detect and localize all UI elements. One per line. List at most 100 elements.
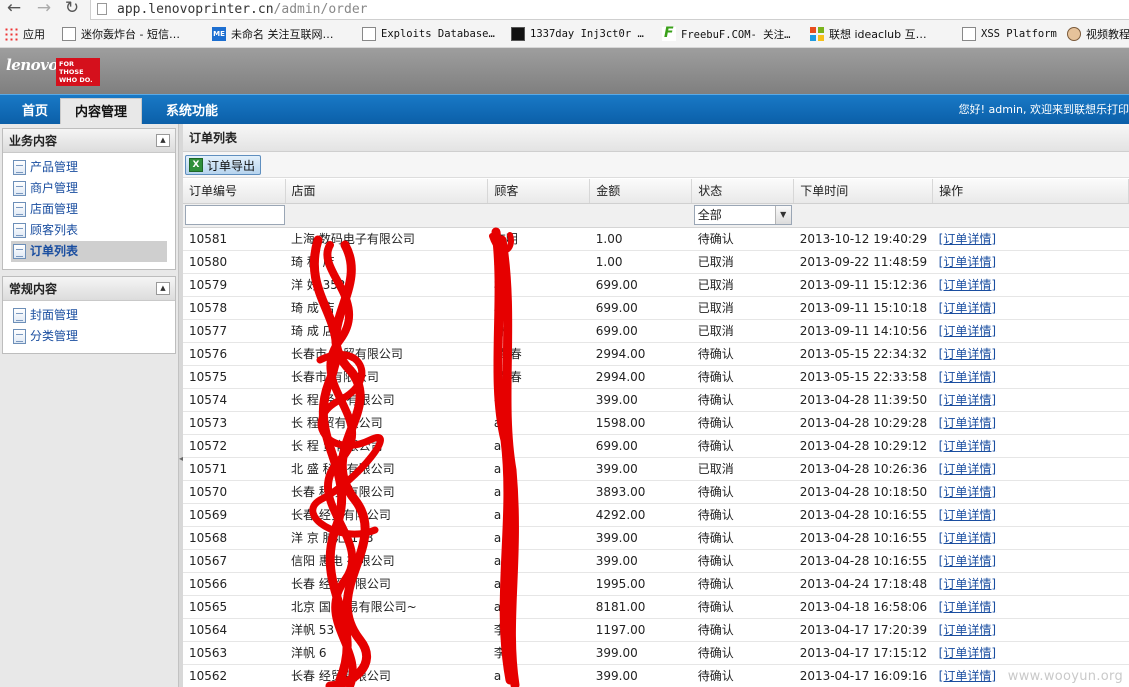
order-detail-link[interactable]: [订单详情] (939, 416, 996, 430)
order-detail-link[interactable]: [订单详情] (939, 554, 996, 568)
cell-amount: 399.00 (589, 641, 692, 665)
table-row[interactable]: 10579 洋 好 352 林 699.00 已取消 2013-09-11 15:12:3… (183, 273, 1129, 297)
bookmark-item[interactable]: FreebuF.COM- 关注… (662, 25, 791, 42)
order-detail-link[interactable]: [订单详情] (939, 600, 996, 614)
tab-home[interactable]: 首页 (8, 98, 62, 125)
collapse-up-icon[interactable]: ▲ (156, 282, 170, 295)
order-detail-link[interactable]: [订单详情] (939, 301, 996, 315)
sidebar-item-covers[interactable]: 封面管理 (3, 305, 175, 326)
order-detail-link[interactable]: [订单详情] (939, 485, 996, 499)
cell-store: 洋帆 53 (285, 618, 488, 642)
order-detail-link[interactable]: [订单详情] (939, 347, 996, 361)
column-header-customer[interactable]: 顾客 (487, 179, 591, 204)
status-filter-value: 全部 (697, 208, 722, 222)
cell-order-time: 2013-10-12 19:40:29 (793, 227, 933, 251)
app-header: lenovo FOR THOSE WHO DO. (0, 48, 1129, 94)
table-row[interactable]: 10566 长春 经贸有限公司 a 1995.00 待确认 2013-04-24 17:1… (183, 572, 1129, 596)
cell-status: 待确认 (691, 342, 794, 366)
table-row[interactable]: 10574 长 程 经贸有限公司孙 399.00 待确认 2013-04-28 11:3… (183, 388, 1129, 412)
export-orders-button[interactable]: X 订单导出 (185, 155, 262, 175)
order-detail-link[interactable]: [订单详情] (939, 255, 996, 269)
column-header-order-id[interactable]: 订单编号 (183, 179, 286, 204)
sidebar-item-merchants[interactable]: 商户管理 (3, 178, 175, 199)
cell-store: 上海 数码电子有限公司 (285, 227, 488, 251)
document-icon (13, 202, 26, 217)
table-row[interactable]: 10571 北 盛 科技有限公司 a 399.00 已取消 2013-04-28 10:2… (183, 457, 1129, 481)
table-row[interactable]: 10568 洋 京 脑汇 118 a 399.00 待确认 2013-04-28 10:1… (183, 526, 1129, 550)
table-row[interactable]: 10580 琦 科 店林 1.00 已取消 2013-09-22 11:48:59 [订单… (183, 250, 1129, 274)
cell-status: 已取消 (691, 296, 794, 320)
bookmark-item[interactable]: 迷你轰炸台 - 短信… (62, 26, 180, 42)
table-row[interactable]: 10562 长春 经贸有限公司 a 399.00 待确认 2013-04-17 16:09… (183, 664, 1129, 687)
column-header-status[interactable]: 状态 (691, 179, 795, 204)
order-detail-link[interactable]: [订单详情] (939, 439, 996, 453)
cell-customer: 林 (487, 319, 590, 343)
table-row[interactable]: 10573 长 程 贸有限公司 a 1598.00 待确认 2013-04-28 10:2… (183, 411, 1129, 435)
bookmark-item[interactable]: ME 未命名 关注互联网… (212, 26, 334, 42)
cell-customer: 孙 (487, 388, 590, 412)
cell-order-time: 2013-09-11 15:12:36 (793, 273, 933, 297)
tab-system-functions[interactable]: 系统功能 (152, 98, 232, 125)
table-row[interactable]: 10575 长春市 有限公司谭 春 2994.00 待确认 2013-05-15 22:… (183, 365, 1129, 389)
table-row[interactable]: 10578 琦 成 店林 699.00 已取消 2013-09-11 15:10:18 [… (183, 296, 1129, 320)
sidebar-item-label: 分类管理 (30, 329, 79, 343)
cell-order-id: 10576 (183, 342, 285, 366)
order-detail-link[interactable]: [订单详情] (939, 669, 996, 683)
sidebar-item-stores[interactable]: 店面管理 (3, 199, 175, 220)
sidebar-item-products[interactable]: 产品管理 (3, 157, 175, 178)
page-icon (97, 3, 107, 15)
bookmark-item[interactable]: XSS Platform (962, 26, 1057, 42)
table-row[interactable]: 10567 信阳 惠电 有限公司 a 399.00 待确认 2013-04-28 10:1… (183, 549, 1129, 573)
cell-order-time: 2013-09-22 11:48:59 (793, 250, 933, 274)
cell-detail-link: [订单详情] (932, 641, 1129, 665)
cell-order-id: 10577 (183, 319, 285, 343)
order-detail-link[interactable]: [订单详情] (939, 324, 996, 338)
bookmark-item[interactable]: 联想 ideaclub 互… (810, 26, 927, 42)
sidebar-item-customers[interactable]: 顾客列表 (3, 220, 175, 241)
table-row[interactable]: 10577 琦 成 店林 699.00 已取消 2013-09-11 14:10:56 [… (183, 319, 1129, 343)
status-filter-select[interactable]: 全部 ▼ (693, 205, 792, 225)
bookmark-item[interactable]: 视频教程 (1067, 26, 1129, 42)
column-header-amount[interactable]: 金额 (589, 179, 693, 204)
avatar-icon (1067, 27, 1081, 41)
collapse-up-icon[interactable]: ▲ (156, 134, 170, 147)
order-detail-link[interactable]: [订单详情] (939, 232, 996, 246)
order-detail-link[interactable]: [订单详情] (939, 646, 996, 660)
bookmark-apps[interactable]: 应用 (4, 26, 45, 42)
order-detail-link[interactable]: [订单详情] (939, 577, 996, 591)
order-detail-link[interactable]: [订单详情] (939, 370, 996, 384)
table-row[interactable]: 10564 洋帆 53 李 1197.00 待确认 2013-04-17 17:20:39… (183, 618, 1129, 642)
order-detail-link[interactable]: [订单详情] (939, 278, 996, 292)
order-detail-link[interactable]: [订单详情] (939, 508, 996, 522)
cell-amount: 699.00 (589, 273, 692, 297)
sidebar-item-orders[interactable]: 订单列表 (11, 241, 167, 262)
order-detail-link[interactable]: [订单详情] (939, 462, 996, 476)
table-row[interactable]: 10569 长春 经贸有限公司 a 4292.00 待确认 2013-04-28 10:1… (183, 503, 1129, 527)
back-arrow-icon[interactable]: ← (4, 0, 24, 18)
table-row[interactable]: 10576 长春市 经贸有限公司谭 春 2994.00 待确认 2013-05-15 2… (183, 342, 1129, 366)
tab-content-management[interactable]: 内容管理 (60, 98, 143, 125)
sidebar-section-general: 常规内容 ▲ 封面管理 分类管理 (2, 276, 176, 354)
table-row[interactable]: 10565 北京 国 贸易有限公司~ a 8181.00 待确认 2013-04-18 1… (183, 595, 1129, 619)
order-detail-link[interactable]: [订单详情] (939, 393, 996, 407)
cell-detail-link: [订单详情] (932, 480, 1129, 504)
cell-customer: 志明 (487, 227, 590, 251)
bookmark-item[interactable]: 1337day Inj3ct0r … (511, 26, 644, 42)
order-detail-link[interactable]: [订单详情] (939, 531, 996, 545)
order-detail-link[interactable]: [订单详情] (939, 623, 996, 637)
column-header-store[interactable]: 店面 (285, 179, 489, 204)
bookmark-item[interactable]: Exploits Database… (362, 26, 495, 42)
sidebar: 业务内容 ▲ 产品管理 商户管理 店面管理 顾客列表 订单列表 常规内容 ▲ 封面管… (0, 124, 178, 687)
table-row[interactable]: 10581 上海 数码电子有限公司 志明 1.00 待确认 2013-10-12 19:… (183, 227, 1129, 251)
reload-icon[interactable]: ↻ (62, 0, 82, 18)
table-row[interactable]: 10570 长春 程 贸有限公司 a 3893.00 待确认 2013-04-28 10:… (183, 480, 1129, 504)
forward-arrow-icon[interactable]: → (34, 0, 54, 18)
order-id-filter-input[interactable] (185, 205, 285, 225)
bookmark-label: 应用 (23, 28, 45, 41)
bookmark-label: 1337day Inj3ct0r … (530, 28, 644, 40)
column-header-order-time[interactable]: 下单时间 (793, 179, 934, 204)
table-row[interactable]: 10563 洋帆 6 李 399.00 待确认 2013-04-17 17:15:12 [订… (183, 641, 1129, 665)
url-input[interactable]: app.lenovoprinter.cn/admin/order (90, 0, 1129, 20)
sidebar-item-categories[interactable]: 分类管理 (3, 326, 175, 347)
table-row[interactable]: 10572 长 程 贸有限公司 a 699.00 待确认 2013-04-28 10:29… (183, 434, 1129, 458)
